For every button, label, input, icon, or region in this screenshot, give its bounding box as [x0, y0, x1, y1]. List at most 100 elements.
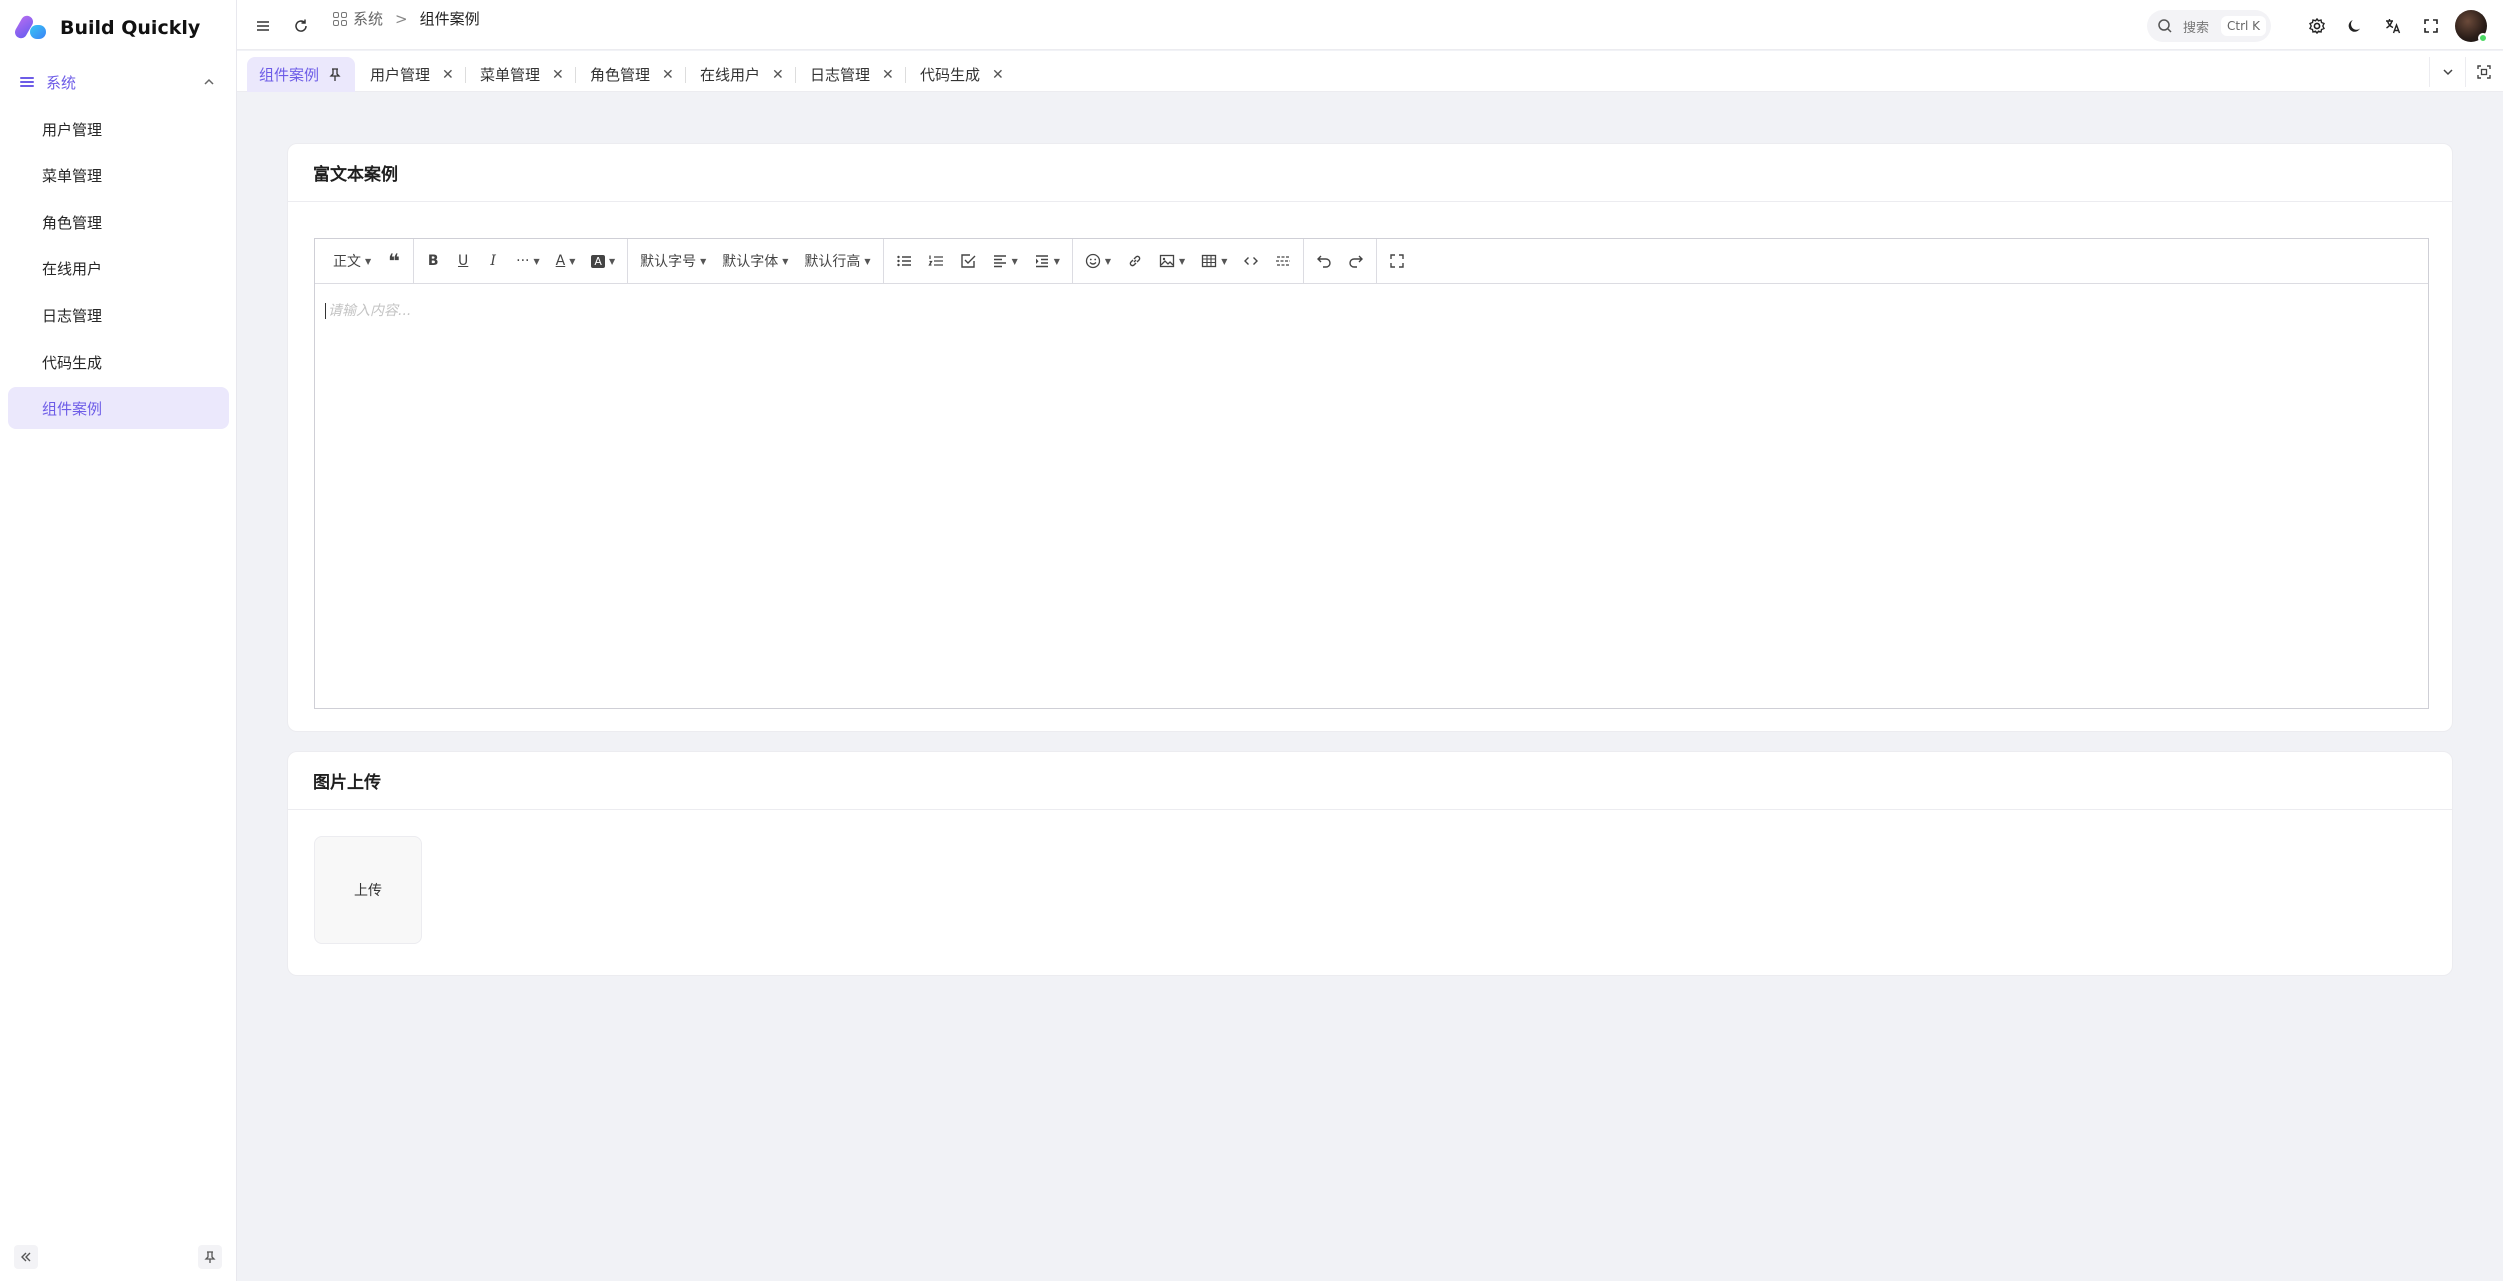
maximize-content-button[interactable] — [2465, 57, 2501, 87]
refresh-button[interactable] — [287, 12, 315, 40]
divider-button[interactable] — [1267, 246, 1299, 276]
line-height-select[interactable]: 默认行高 ▼ — [796, 246, 878, 276]
gear-icon — [2309, 17, 2325, 35]
font-family-select[interactable]: 默认字体 ▼ — [714, 246, 796, 276]
code-icon — [1244, 257, 1259, 265]
translate-icon — [2386, 19, 2401, 34]
font-size-select[interactable]: 默认字号 ▼ — [632, 246, 714, 276]
font-size-label: 默认字号 — [640, 254, 697, 270]
moon-icon — [2348, 20, 2360, 32]
quote-icon: ❝ — [388, 249, 401, 273]
tab-label: 代码生成 — [920, 66, 981, 84]
sidebar-item-codegen[interactable]: 代码生成 — [8, 341, 229, 383]
line-height-label: 默认行高 — [804, 254, 861, 270]
sidebar-item-label: 角色管理 — [42, 213, 103, 232]
menu-toggle-button[interactable] — [249, 12, 277, 40]
toolbar-divider — [1071, 238, 1073, 284]
language-button[interactable] — [2379, 12, 2407, 40]
tab-codegen[interactable]: 代码生成 ✕ — [908, 57, 1016, 92]
quote-button[interactable]: ❝ — [379, 246, 409, 276]
upload-card: 图片上传 上传 — [287, 751, 2453, 976]
refresh-icon — [295, 19, 307, 32]
pin-icon[interactable] — [329, 67, 341, 82]
tab-divider — [905, 67, 906, 83]
collapse-sidebar-button[interactable] — [14, 1245, 38, 1269]
redo-button[interactable] — [1340, 246, 1372, 276]
breadcrumb: 系统 > 组件案例 — [333, 8, 480, 29]
close-icon[interactable]: ✕ — [992, 67, 1004, 83]
sidebar-item-label: 在线用户 — [42, 259, 103, 278]
bulleted-list-icon — [896, 255, 911, 267]
brand[interactable]: Build Quickly — [14, 12, 200, 44]
sidebar-item-menus[interactable]: 菜单管理 — [8, 154, 229, 196]
close-icon[interactable]: ✕ — [552, 67, 564, 83]
font-family-label: 默认字体 — [722, 254, 779, 270]
tab-logs[interactable]: 日志管理 ✕ — [798, 57, 906, 92]
todo-button[interactable] — [952, 246, 984, 276]
paragraph-label: 正文 — [333, 254, 361, 270]
font-color-button[interactable]: A ▼ — [548, 246, 584, 276]
sidebar-item-roles[interactable]: 角色管理 — [8, 201, 229, 243]
card-title: 图片上传 — [288, 752, 2452, 810]
tabs-dropdown-button[interactable] — [2429, 57, 2465, 87]
upload-button[interactable]: 上传 — [314, 836, 422, 944]
sidebar-item-label: 组件案例 — [42, 399, 103, 418]
horizontal-rule-icon — [1276, 256, 1291, 266]
tab-label: 在线用户 — [700, 66, 761, 84]
breadcrumb-parent[interactable]: 系统 — [353, 8, 383, 29]
paragraph-select[interactable]: 正文 ▼ — [325, 246, 379, 276]
logo-icon — [14, 13, 50, 43]
tab-online-users[interactable]: 在线用户 ✕ — [688, 57, 796, 92]
table-button[interactable]: ▼ — [1193, 246, 1235, 276]
sidebar-item-label: 代码生成 — [42, 353, 103, 372]
sidebar-item-users[interactable]: 用户管理 — [8, 108, 229, 150]
tab-users[interactable]: 用户管理 ✕ — [358, 57, 466, 92]
tab-roles[interactable]: 角色管理 ✕ — [578, 57, 686, 92]
toolbar-divider — [627, 238, 629, 284]
sidebar-item-logs[interactable]: 日志管理 — [8, 294, 229, 336]
bulleted-list-button[interactable] — [888, 246, 920, 276]
grid-icon — [333, 11, 347, 26]
tab-menus[interactable]: 菜单管理 ✕ — [468, 57, 576, 92]
tab-components[interactable]: 组件案例 — [247, 57, 355, 92]
link-button[interactable] — [1119, 246, 1151, 276]
code-block-button[interactable] — [1235, 246, 1267, 276]
toolbar-divider — [1303, 238, 1305, 284]
align-left-icon — [993, 255, 1006, 268]
bold-button[interactable]: B — [418, 246, 448, 276]
tab-label: 组件案例 — [259, 66, 320, 84]
more-styles-button[interactable]: ··· ▼ — [508, 246, 548, 276]
italic-button[interactable]: I — [478, 246, 508, 276]
editor-content[interactable]: 请输入内容... — [315, 284, 2428, 336]
align-button[interactable]: ▼ — [984, 246, 1026, 276]
bold-icon: B — [427, 253, 439, 269]
close-icon[interactable]: ✕ — [772, 67, 784, 83]
dark-mode-button[interactable] — [2341, 12, 2369, 40]
italic-icon: I — [490, 253, 496, 269]
chevron-up-icon — [201, 74, 217, 90]
editor-fullscreen-button[interactable] — [1381, 246, 1413, 276]
background-color-button[interactable]: A ▼ — [583, 246, 623, 276]
close-icon[interactable]: ✕ — [882, 67, 894, 83]
numbered-list-button[interactable] — [920, 246, 952, 276]
search-button[interactable]: 搜索 Ctrl K — [2147, 10, 2271, 42]
underline-button[interactable]: U — [448, 246, 478, 276]
fullscreen-icon — [1390, 254, 1405, 268]
menu-group-system[interactable]: 系统 — [8, 66, 229, 98]
toolbar-divider — [413, 238, 415, 284]
close-icon[interactable]: ✕ — [442, 67, 454, 83]
sidebar-item-online-users[interactable]: 在线用户 — [8, 247, 229, 289]
pin-sidebar-button[interactable] — [198, 1245, 222, 1269]
close-icon[interactable]: ✕ — [662, 67, 674, 83]
sidebar-item-components[interactable]: 组件案例 — [8, 387, 229, 429]
emoji-button[interactable]: ▼ — [1077, 246, 1119, 276]
image-button[interactable]: ▼ — [1151, 246, 1193, 276]
settings-button[interactable] — [2303, 12, 2331, 40]
fullscreen-button[interactable] — [2417, 12, 2445, 40]
tab-bar: 组件案例 用户管理 ✕ 菜单管理 ✕ 角色管理 ✕ 在线用户 ✕ 日志管理 ✕ 代码生成 ✕ — [237, 51, 2503, 92]
indent-button[interactable]: ▼ — [1026, 246, 1068, 276]
undo-button[interactable] — [1308, 246, 1340, 276]
rich-text-editor: 正文 ▼ ❝ B U I ··· ▼ A ▼ A ▼ 默认字号 ▼ 默认字体 ▼ 默认行高 ▼ — [314, 238, 2429, 709]
editor-toolbar: 正文 ▼ ❝ B U I ··· ▼ A ▼ A ▼ 默认字号 ▼ 默认字体 ▼ 默认行高 ▼ — [315, 238, 2428, 284]
avatar[interactable] — [2455, 10, 2488, 43]
